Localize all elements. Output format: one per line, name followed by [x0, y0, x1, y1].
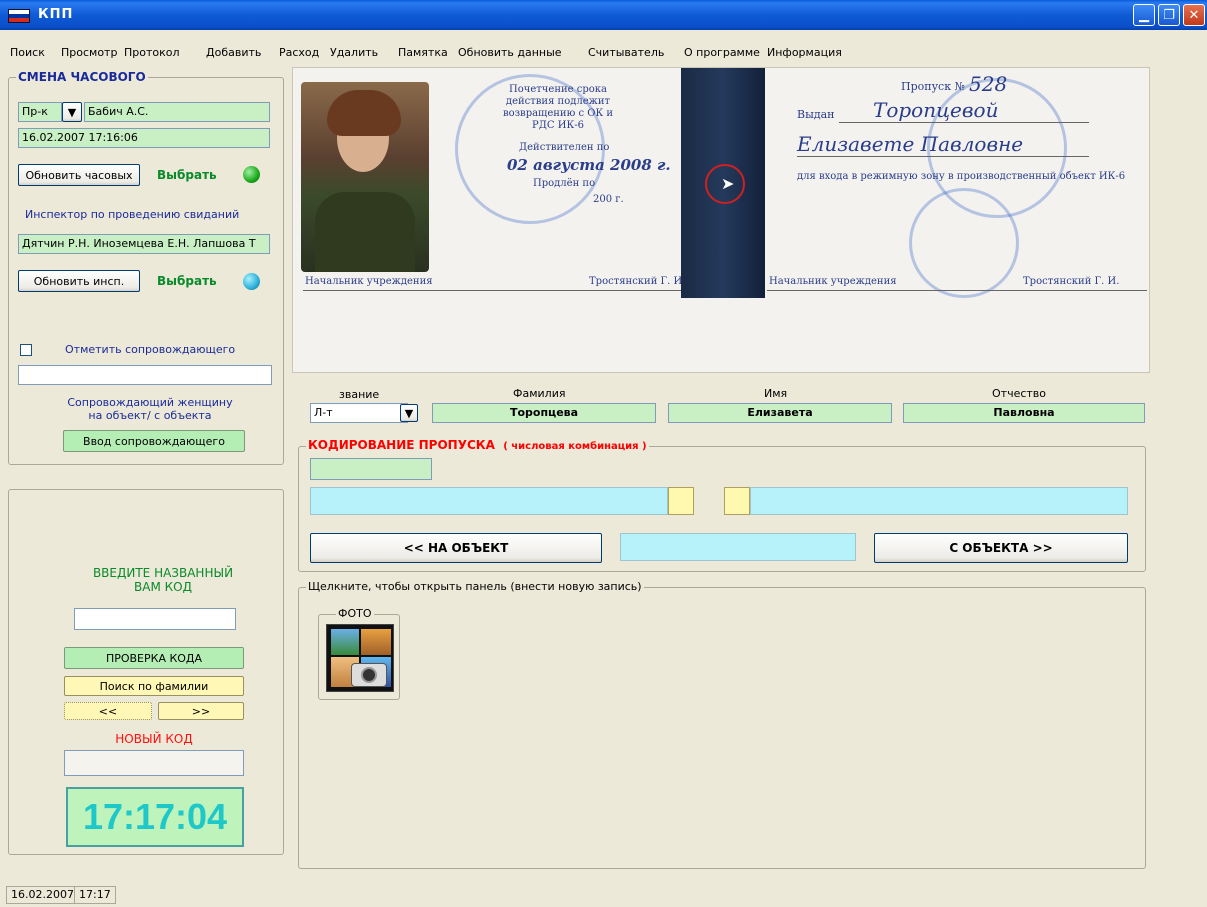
records-hint: Щелкните, чтобы открыть панель (внести н… [306, 580, 644, 593]
close-icon: ✕ [1188, 7, 1200, 23]
code-marker-left [668, 487, 694, 515]
code-field-short[interactable] [310, 458, 432, 480]
records-panel[interactable] [298, 587, 1146, 869]
menu-refresh-data[interactable]: Обновить данные [458, 46, 562, 59]
chevron-down-icon: ▼ [67, 105, 77, 119]
new-code-label: НОВЫЙ КОД [115, 732, 193, 746]
extended-label: Продлён по [533, 178, 596, 189]
new-code-field[interactable] [64, 750, 244, 776]
next-button[interactable]: >> [158, 702, 244, 720]
sign-left: Тростянский Г. И. [589, 276, 686, 287]
patronymic-field[interactable]: Павловна [903, 403, 1145, 423]
restore-icon: ❐ [1163, 7, 1175, 23]
menu-info[interactable]: Информация [767, 46, 842, 59]
minimize-icon: ▁ [1139, 7, 1149, 23]
code-marker-right [724, 487, 750, 515]
coding-title: КОДИРОВАНИЕ ПРОПУСКА ( числовая комбинац… [306, 438, 649, 452]
escort-field[interactable] [18, 365, 272, 385]
window-title: КПП [38, 7, 74, 22]
menu-reader[interactable]: Считыватель [588, 46, 664, 59]
name-field[interactable]: Елизавета [668, 403, 892, 423]
sign-right: Тростянский Г. И. [1023, 276, 1120, 287]
inspector-label: Инспектор по проведению свиданий [25, 208, 240, 221]
menu-add[interactable]: Добавить [206, 46, 261, 59]
patronymic-label: Отчество [992, 387, 1047, 400]
menu-delete[interactable]: Удалить [330, 46, 378, 59]
photo-camera-icon[interactable] [326, 624, 394, 692]
stamp-text: Почетчение срока действия подлежит возвр… [502, 84, 614, 131]
guard-status-led [243, 166, 260, 183]
person-rank-select[interactable]: Л-т [310, 403, 408, 423]
chevron-down-icon: ▼ [404, 406, 414, 420]
name-label: Имя [764, 387, 788, 400]
issued-label: Выдан [797, 108, 835, 121]
prev-button[interactable]: << [64, 702, 152, 720]
inspectors-field[interactable]: Дятчин Р.Н. Иноземцева Е.Н. Лапшова Т [18, 234, 270, 254]
enter-escort-button[interactable]: Ввод сопровождающего [63, 430, 245, 452]
escort-checkbox-label: Отметить сопровождающего [65, 343, 236, 356]
stamp-right-lower [909, 188, 1019, 298]
code-prompt: ВВЕДИТЕ НАЗВАННЫЙ ВАМ КОД [92, 566, 234, 594]
year-label: 200 г. [593, 194, 624, 205]
guard-shift-title: СМЕНА ЧАСОВОГО [16, 70, 148, 84]
valid-label: Действителен по [519, 142, 610, 153]
rank-label: звание [339, 388, 380, 401]
code-input[interactable] [74, 608, 236, 630]
minimize-button[interactable]: ▁ [1133, 4, 1155, 26]
rank-dropdown-button[interactable]: ▼ [62, 102, 82, 122]
issued-to: Торопцевой [873, 98, 999, 122]
mouse-pointer-icon: ➤ [721, 174, 735, 193]
person-rank-dropdown[interactable]: ▼ [400, 404, 418, 422]
guard-datetime-field[interactable]: 16.02.2007 17:16:06 [18, 128, 270, 148]
guard-name-field[interactable]: Бабич А.С. [84, 102, 270, 122]
code-field-right[interactable] [750, 487, 1128, 515]
coding-subtitle: ( числовая комбинация ) [503, 441, 647, 452]
title-bar: КПП ▁ ❐ ✕ [0, 0, 1207, 30]
refresh-inspectors-button[interactable]: Обновить инсп. [18, 270, 140, 292]
pass-document-image: Почетчение срока действия подлежит возвр… [292, 67, 1150, 373]
coding-title-text: КОДИРОВАНИЕ ПРОПУСКА [308, 438, 495, 452]
russian-flag-icon [8, 9, 30, 23]
photo-label: ФОТО [336, 607, 374, 620]
clock-display: 17:17:04 [66, 787, 244, 847]
inspector-status-led [243, 273, 260, 290]
search-by-surname-button[interactable]: Поиск по фамилии [64, 676, 244, 696]
pass-number: 528 [969, 72, 1008, 96]
refresh-guards-button[interactable]: Обновить часовых [18, 164, 140, 186]
from-object-button[interactable]: С ОБЪЕКТА >> [874, 533, 1128, 563]
chief-left: Начальник учреждения [305, 276, 433, 287]
purpose-text: для входа в режимную зону в производстве… [797, 171, 1126, 182]
issued-name: Елизавете Павловне [797, 132, 1024, 156]
close-button[interactable]: ✕ [1183, 4, 1205, 26]
surname-label: Фамилия [513, 387, 566, 400]
menu-view[interactable]: Просмотр [61, 46, 117, 59]
pass-label: Пропуск № [901, 80, 966, 93]
menu-memo[interactable]: Памятка [398, 46, 448, 59]
valid-date: 02 августа 2008 г. [507, 156, 671, 174]
escort-checkbox[interactable] [20, 344, 32, 356]
check-code-button[interactable]: ПРОВЕРКА КОДА [64, 647, 244, 669]
status-time: 17:17 [74, 886, 116, 904]
chief-right: Начальник учреждения [769, 276, 897, 287]
code-field-left[interactable] [310, 487, 668, 515]
photo-portrait [301, 82, 429, 272]
surname-field[interactable]: Торопцева [432, 403, 656, 423]
menu-about[interactable]: О программе [684, 46, 760, 59]
rank-select[interactable]: Пр-к [18, 102, 62, 122]
maximize-button[interactable]: ❐ [1158, 4, 1180, 26]
escort-note: Сопровождающий женщину на объект/ с объе… [67, 396, 233, 422]
to-object-button[interactable]: << НА ОБЪЕКТ [310, 533, 602, 563]
menu-search[interactable]: Поиск [10, 46, 45, 59]
select-inspector-link[interactable]: Выбрать [157, 274, 217, 288]
menu-expense[interactable]: Расход [279, 46, 319, 59]
direction-field[interactable] [620, 533, 856, 561]
select-guard-link[interactable]: Выбрать [157, 168, 217, 182]
status-date: 16.02.2007 [6, 886, 79, 904]
menu-protocol[interactable]: Протокол [124, 46, 180, 59]
